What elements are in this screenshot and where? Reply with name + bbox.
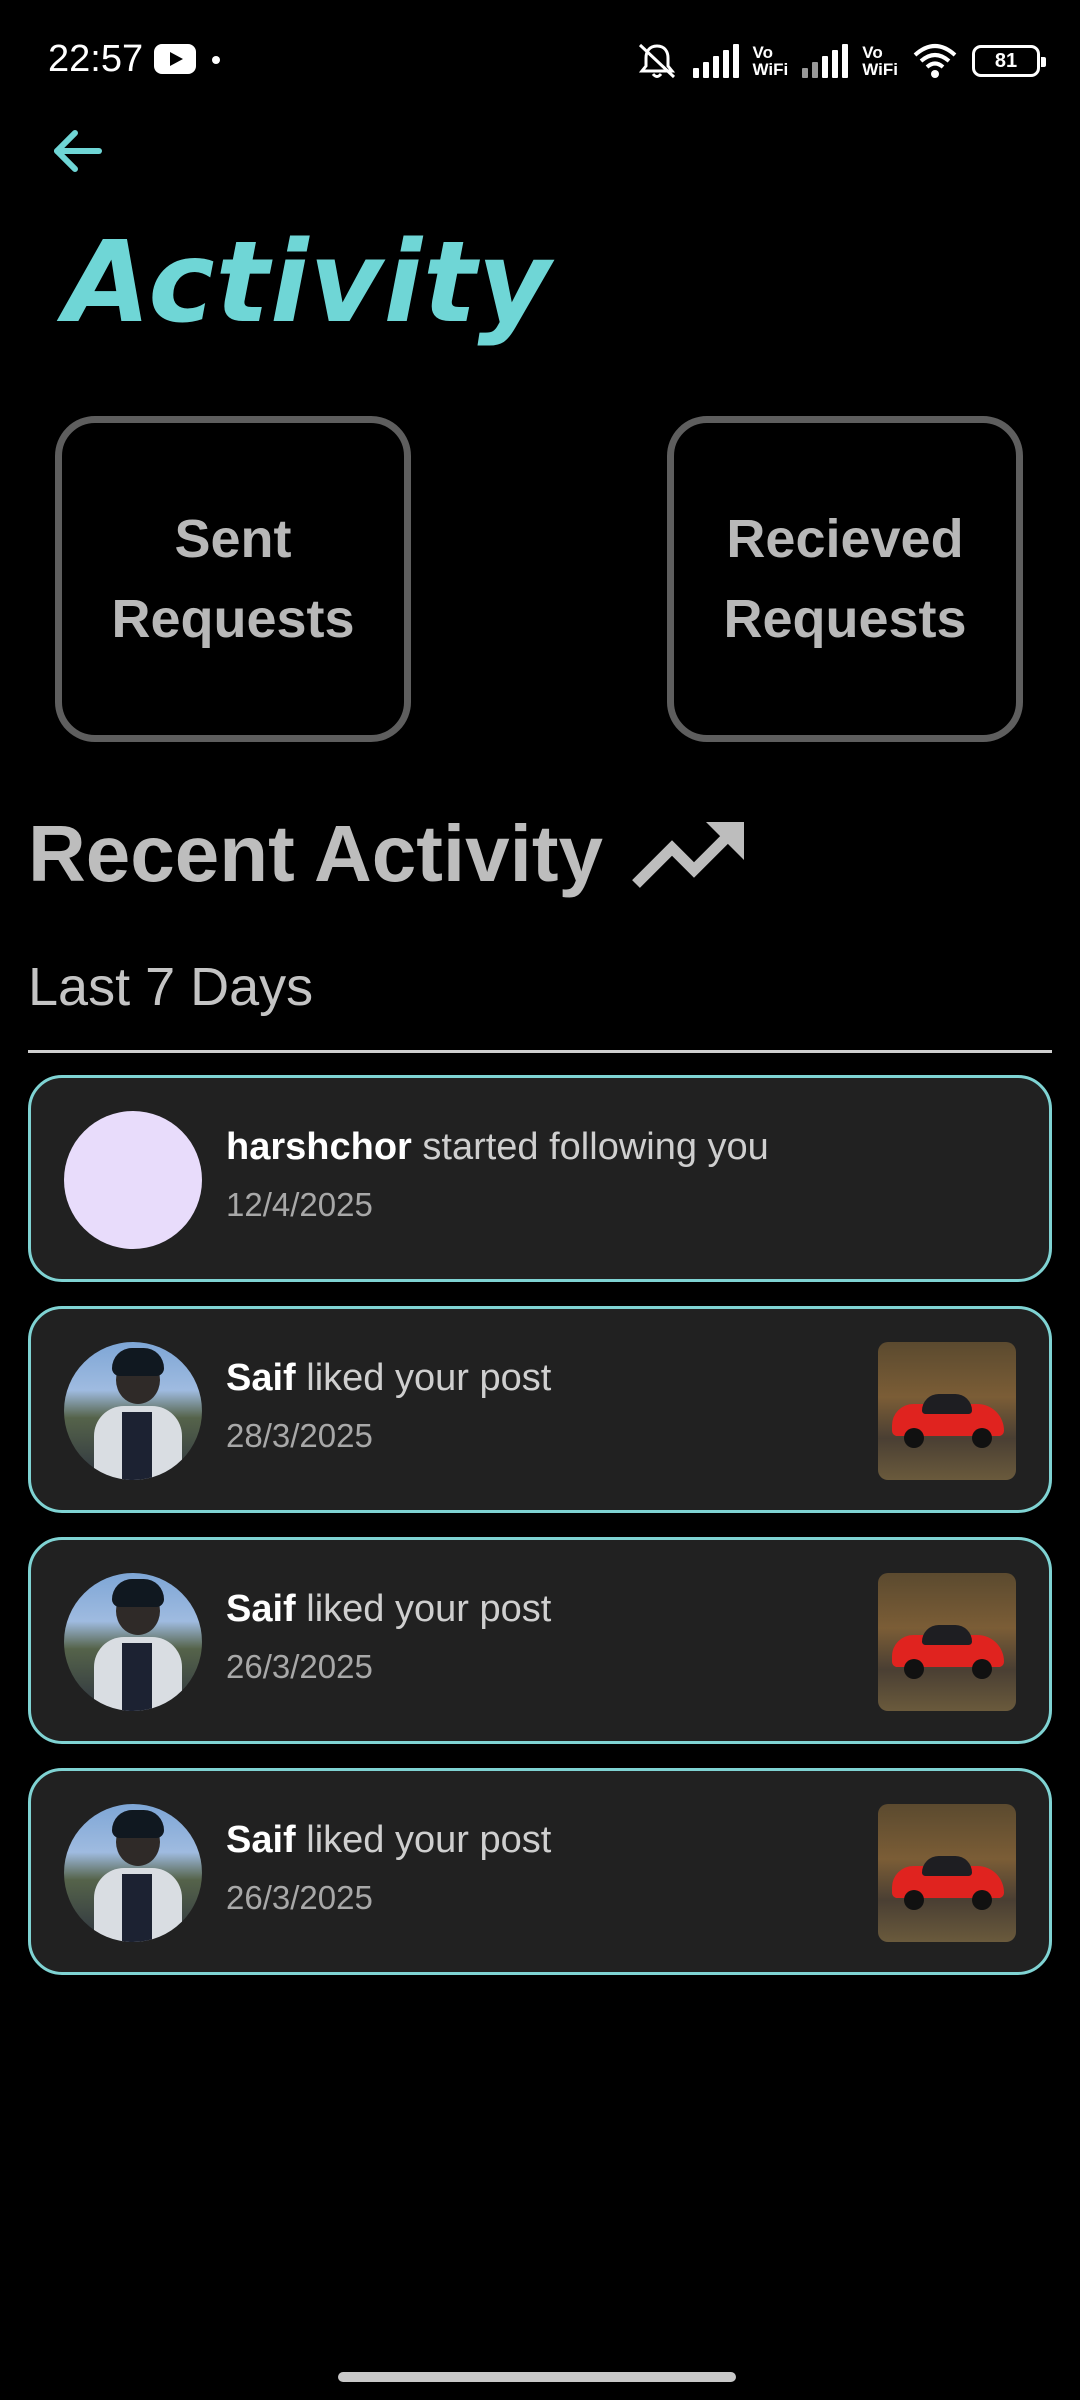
activity-text: Saif liked your post (226, 1819, 551, 1862)
sent-requests-button[interactable]: Sent Requests (55, 416, 411, 742)
activity-text: Saif liked your post (226, 1357, 551, 1400)
activity-date: 28/3/2025 (226, 1417, 373, 1454)
battery-icon: 81 (972, 45, 1046, 77)
sent-requests-label: Sent Requests (111, 509, 355, 649)
activity-date: 26/3/2025 (226, 1879, 373, 1916)
status-time: 22:57 (48, 38, 144, 80)
avatar[interactable] (64, 1342, 202, 1480)
notification-dot-icon (212, 56, 220, 64)
activity-action: liked your post (295, 1357, 552, 1399)
username[interactable]: Saif (226, 1357, 296, 1399)
activity-action: liked your post (295, 1588, 552, 1630)
mute-bell-icon (638, 43, 675, 79)
divider (28, 1050, 1052, 1053)
youtube-icon (154, 44, 196, 74)
post-thumbnail[interactable] (878, 1342, 1016, 1480)
activity-list: harshchor started following you 12/4/202… (28, 1075, 1052, 1999)
avatar[interactable] (64, 1111, 202, 1249)
signal-icon (692, 44, 739, 78)
battery-level: 81 (994, 49, 1018, 72)
username[interactable]: Saif (226, 1588, 296, 1630)
activity-item[interactable]: Saif liked your post 26/3/2025 (28, 1768, 1052, 1975)
arrow-left-icon (54, 130, 102, 172)
avatar[interactable] (64, 1804, 202, 1942)
activity-screen: 22:57 Vo WiFi Vo WiFi 81 Activity Sent R… (0, 0, 1080, 2400)
home-indicator[interactable] (338, 2372, 736, 2382)
post-thumbnail[interactable] (878, 1804, 1016, 1942)
activity-action: started following you (411, 1126, 769, 1168)
activity-text: Saif liked your post (226, 1588, 551, 1631)
username[interactable]: harshchor (226, 1126, 412, 1168)
avatar[interactable] (64, 1573, 202, 1711)
activity-item[interactable]: harshchor started following you 12/4/202… (28, 1075, 1052, 1282)
recent-activity-title: Recent Activity (28, 809, 603, 898)
status-bar: 22:57 Vo WiFi Vo WiFi 81 (0, 0, 1080, 120)
vowifi-label: Vo WiFi (752, 43, 789, 79)
signal-icon-2 (802, 44, 849, 78)
status-icons: Vo WiFi Vo WiFi 81 (635, 36, 1046, 86)
activity-action: liked your post (295, 1819, 552, 1861)
received-requests-label: Recieved Requests (723, 509, 967, 649)
vowifi-label-2: Vo WiFi (862, 43, 898, 79)
page-title: Activity (64, 218, 552, 348)
activity-text: harshchor started following you (226, 1126, 769, 1169)
post-thumbnail[interactable] (878, 1573, 1016, 1711)
activity-date: 26/3/2025 (226, 1648, 373, 1685)
activity-item[interactable]: Saif liked your post 28/3/2025 (28, 1306, 1052, 1513)
username[interactable]: Saif (226, 1819, 296, 1861)
back-button[interactable] (44, 118, 110, 184)
period-label: Last 7 Days (28, 957, 314, 1017)
received-requests-button[interactable]: Recieved Requests (667, 416, 1023, 742)
activity-date: 12/4/2025 (226, 1186, 373, 1223)
trending-up-icon (632, 822, 744, 888)
activity-item[interactable]: Saif liked your post 26/3/2025 (28, 1537, 1052, 1744)
wifi-icon (913, 44, 957, 78)
